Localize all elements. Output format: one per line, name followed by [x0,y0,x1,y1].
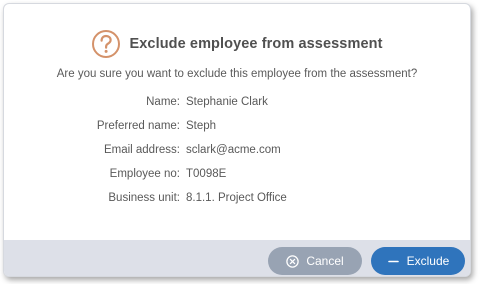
detail-value: Stephanie Clark [186,96,268,108]
employee-details: Name: Stephanie Clark Preferred name: St… [4,96,470,216]
close-circle-icon [286,254,300,268]
detail-label: Email address: [103,144,180,156]
detail-label: Name: [146,96,180,108]
minus-icon [387,260,399,262]
detail-row-email: Email address: sclark@acme.com [4,144,470,168]
exclude-button[interactable]: Exclude [371,247,465,275]
detail-row-name: Name: Stephanie Clark [4,96,470,120]
exclude-employee-dialog: Exclude employee from assessment Are you… [3,3,471,277]
detail-row-business-unit: Business unit: 8.1.1. Project Office [4,192,470,216]
dialog-header: Exclude employee from assessment [4,26,470,62]
cancel-button[interactable]: Cancel [268,247,362,275]
dialog-footer: Cancel Exclude [4,240,470,276]
cancel-button-label: Cancel [306,254,344,268]
detail-label: Business unit: [108,192,180,204]
confirmation-question: Are you sure you want to exclude this em… [56,68,418,80]
detail-value: Steph [186,120,217,132]
detail-value: sclark@acme.com [186,144,281,156]
detail-value: 8.1.1. Project Office [186,192,287,204]
question-circle-icon [92,30,121,58]
dialog-title: Exclude employee from assessment [129,36,383,52]
detail-row-preferred-name: Preferred name: Steph [4,120,470,144]
detail-label: Employee no: [109,168,180,180]
exclude-button-label: Exclude [406,254,450,268]
detail-label: Preferred name: [96,120,180,132]
detail-row-employee-no: Employee no: T0098E [4,168,470,192]
detail-value: T0098E [186,168,227,180]
